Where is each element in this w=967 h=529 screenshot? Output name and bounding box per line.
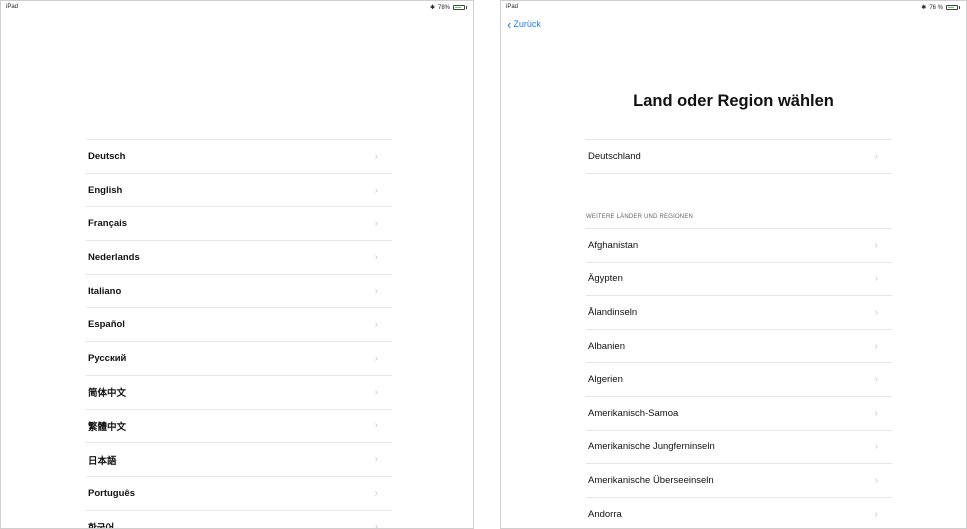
list-item-label: Français bbox=[88, 218, 128, 230]
list-item[interactable]: Nederlands › bbox=[86, 241, 392, 275]
list-item[interactable]: Ålandinseln › bbox=[586, 296, 892, 330]
list-item[interactable]: 繁體中文 › bbox=[86, 410, 392, 444]
list-item-label: Andorra bbox=[588, 509, 622, 521]
chevron-right-icon: › bbox=[374, 420, 378, 432]
list-item[interactable]: Português › bbox=[86, 477, 392, 511]
list-item-label: Deutschland bbox=[588, 151, 641, 162]
back-chevron-icon: ‹ bbox=[507, 16, 512, 32]
chevron-right-icon: › bbox=[374, 487, 378, 499]
chevron-right-icon: › bbox=[874, 509, 878, 521]
chevron-right-icon: › bbox=[874, 441, 878, 453]
battery-tip-icon bbox=[959, 6, 960, 9]
list-item[interactable]: Русский › bbox=[86, 342, 392, 376]
page-title: Land oder Region wählen bbox=[633, 92, 834, 110]
chevron-right-icon: › bbox=[874, 407, 878, 419]
chevron-right-icon: › bbox=[874, 273, 878, 285]
list-item-home-country[interactable]: Deutschland › bbox=[586, 140, 892, 174]
chevron-right-icon: › bbox=[374, 285, 378, 297]
list-item[interactable]: Amerikanische Überseeinseln › bbox=[586, 464, 892, 498]
bluetooth-icon: ✱ bbox=[921, 5, 927, 11]
chevron-right-icon: › bbox=[874, 306, 878, 318]
list-item-label: Deutsch bbox=[88, 150, 126, 162]
chevron-right-icon: › bbox=[374, 352, 378, 364]
chevron-right-icon: › bbox=[374, 251, 378, 263]
chevron-right-icon: › bbox=[374, 386, 378, 398]
battery-tip-icon bbox=[466, 6, 467, 9]
back-label: Zurück bbox=[513, 19, 541, 29]
status-indicators: ✱ 78% bbox=[430, 4, 467, 11]
list-item[interactable]: Albanien › bbox=[586, 330, 892, 364]
list-item[interactable]: Amerikanische Jungferninseln › bbox=[586, 431, 892, 465]
list-item-label: Amerikanische Überseeinseln bbox=[588, 474, 714, 486]
list-item[interactable]: Amerikanisch-Samoa › bbox=[586, 397, 892, 431]
chevron-right-icon: › bbox=[374, 521, 378, 529]
list-item-label: 繁體中文 bbox=[88, 421, 127, 433]
battery-percent: 76 % bbox=[929, 4, 943, 11]
list-item-label: Nederlands bbox=[88, 251, 140, 263]
list-item-label: Afghanistan bbox=[588, 239, 639, 251]
section-header: WEITERE LÄNDER UND REGIONEN bbox=[586, 214, 694, 220]
list-item[interactable]: 한국어 › bbox=[86, 511, 392, 529]
home-country-list: Deutschland › bbox=[586, 139, 892, 174]
chevron-right-icon: › bbox=[374, 454, 378, 466]
chevron-right-icon: › bbox=[874, 374, 878, 386]
list-item-label: Ägypten bbox=[588, 273, 623, 285]
list-item-label: Español bbox=[88, 319, 125, 331]
list-item-label: 日本語 bbox=[88, 455, 117, 467]
list-item[interactable]: Italiano › bbox=[86, 275, 392, 309]
device-name: iPad bbox=[6, 4, 19, 10]
list-item[interactable]: Algerien › bbox=[586, 363, 892, 397]
battery-percent: 78% bbox=[437, 4, 450, 11]
country-list: Afghanistan › Ägypten › Ålandinseln › Albanien… bbox=[586, 228, 892, 528]
list-item[interactable]: Afghanistan › bbox=[586, 229, 892, 263]
list-item[interactable]: Ägypten › bbox=[586, 263, 892, 297]
chevron-right-icon: › bbox=[874, 340, 878, 352]
list-item-label: 한국어 bbox=[88, 522, 115, 529]
list-item[interactable]: Deutsch › bbox=[86, 140, 392, 174]
chevron-right-icon: › bbox=[874, 239, 878, 251]
battery-icon bbox=[453, 5, 465, 10]
chevron-right-icon: › bbox=[874, 151, 878, 162]
chevron-right-icon: › bbox=[374, 218, 378, 230]
list-item-label: Ålandinseln bbox=[588, 306, 638, 318]
battery-icon bbox=[946, 5, 958, 10]
language-list: Deutsch › English › Français › Nederlands › Ital… bbox=[86, 139, 392, 529]
status-indicators: ✱ 76 % bbox=[921, 4, 960, 11]
bluetooth-icon: ✱ bbox=[429, 5, 435, 11]
chevron-right-icon: › bbox=[874, 474, 878, 486]
status-bar: iPad ✱ 76 % bbox=[501, 1, 966, 13]
list-item[interactable]: Andorra › bbox=[586, 498, 892, 528]
region-screen: iPad ✱ 76 % ‹ Zurück Land oder Region wä… bbox=[500, 0, 967, 529]
back-button[interactable]: ‹ Zurück bbox=[507, 16, 541, 32]
list-item[interactable]: Français › bbox=[86, 207, 392, 242]
list-item-label: Algerien bbox=[588, 374, 623, 386]
list-item-label: English bbox=[88, 184, 123, 196]
language-screen: iPad ✱ 78% Deutsch › English › Français › Nede… bbox=[0, 0, 474, 529]
status-bar: iPad ✱ 78% bbox=[1, 1, 473, 13]
list-item[interactable]: Español › bbox=[86, 308, 392, 343]
list-item-label: Italiano bbox=[88, 285, 122, 297]
list-item-label: Português bbox=[88, 487, 135, 499]
list-item-label: 简体中文 bbox=[88, 388, 127, 400]
list-item-label: Amerikanisch-Samoa bbox=[588, 407, 679, 419]
list-item-label: Русский bbox=[88, 352, 127, 364]
chevron-right-icon: › bbox=[374, 319, 378, 331]
chevron-right-icon: › bbox=[374, 184, 378, 196]
list-item[interactable]: 简体中文 › bbox=[86, 376, 392, 410]
list-item-label: Albanien bbox=[588, 340, 625, 352]
chevron-right-icon: › bbox=[374, 150, 378, 162]
list-item[interactable]: English › bbox=[86, 174, 392, 208]
device-name: iPad bbox=[506, 4, 519, 10]
list-item-label: Amerikanische Jungferninseln bbox=[588, 441, 715, 453]
list-item[interactable]: 日本語 › bbox=[86, 443, 392, 477]
